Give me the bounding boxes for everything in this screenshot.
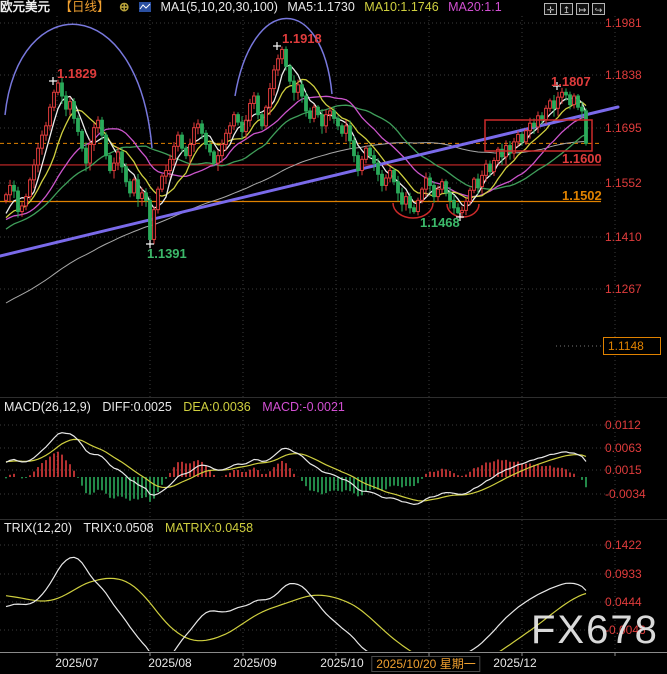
price-marker-badge: 1.1148 xyxy=(603,337,661,355)
trix-axis-label: 0.1422 xyxy=(605,538,642,552)
macd-panel-header: MACD(26,12,9) DIFF:0.0025 DEA:0.0036 MAC… xyxy=(4,400,353,415)
exit-icon[interactable]: ↪ xyxy=(592,3,605,15)
macd-dea-value: DEA:0.0036 xyxy=(183,400,250,414)
annotation-label: 1.1468 xyxy=(420,215,460,230)
macd-axis-label: 0.0063 xyxy=(605,441,642,455)
period-label[interactable]: 【日线】 xyxy=(60,0,110,14)
annotation-label: 1.1391 xyxy=(147,246,187,261)
toolbar: ✛↥↦↪ xyxy=(544,3,605,15)
macd-title: MACD(26,12,9) xyxy=(4,400,91,414)
annotation-label: 1.1918 xyxy=(282,31,322,46)
x-axis-label: 2025/08 xyxy=(148,656,191,670)
price-axis-label: 1.1267 xyxy=(605,282,642,296)
macd-macd-value: MACD:-0.0021 xyxy=(262,400,345,414)
macd-axis-label: 0.0015 xyxy=(605,463,642,477)
macd-axis-label: -0.0034 xyxy=(605,487,646,501)
price-axis-label: 1.1981 xyxy=(605,16,642,30)
ma-group-label: MA1(5,10,20,30,100) xyxy=(160,0,277,14)
watermark: FX678 xyxy=(531,608,659,653)
price-axis-label: 1.1838 xyxy=(605,68,642,82)
indicator-chart-icon xyxy=(139,1,151,11)
trix-value: TRIX:0.0508 xyxy=(83,521,153,535)
y-axis-scale-icon[interactable]: ↥ xyxy=(560,3,573,15)
symbol-title: 欧元美元 xyxy=(0,0,50,14)
trix-axis-label: 0.0933 xyxy=(605,567,642,581)
annotation-label: 1.1807 xyxy=(551,74,591,89)
chart-app: 欧元美元 【日线】 ⊕ MA1(5,10,20,30,100) MA5:1.17… xyxy=(0,0,667,674)
ma20-value: MA20:1.1 xyxy=(448,0,502,14)
macd-axis-label: 0.0112 xyxy=(605,418,641,432)
chart-canvas[interactable] xyxy=(0,0,667,674)
resistance-label: 1.1600 xyxy=(562,151,602,166)
support-label: 1.1502 xyxy=(562,188,602,203)
price-axis-label: 1.1410 xyxy=(605,230,642,244)
price-axis-label: 1.1552 xyxy=(605,176,642,190)
x-axis-label: 2025/07 xyxy=(55,656,98,670)
macd-diff-value: DIFF:0.0025 xyxy=(102,400,171,414)
trix-matrix-value: MATRIX:0.0458 xyxy=(165,521,253,535)
ma5-value: MA5:1.1730 xyxy=(287,0,354,14)
trix-axis-label: 0.0444 xyxy=(605,595,642,609)
price-axis-label: 1.1695 xyxy=(605,121,642,135)
x-axis-label: 2025/12 xyxy=(493,656,536,670)
x-axis-label: 2025/10 xyxy=(320,656,363,670)
x-axis-label: 2025/09 xyxy=(233,656,276,670)
ma10-value: MA10:1.1746 xyxy=(364,0,438,14)
trix-title: TRIX(12,20) xyxy=(4,521,72,535)
annotation-label: 1.1829 xyxy=(57,66,97,81)
x-axis-label: 2025/10/20 星期一 xyxy=(371,656,480,672)
add-indicator-icon[interactable]: ⊕ xyxy=(119,0,129,14)
x-axis-scale-icon[interactable]: ↦ xyxy=(576,3,589,15)
trix-panel-header: TRIX(12,20) TRIX:0.0508 MATRIX:0.0458 xyxy=(4,521,261,536)
pan-icon[interactable]: ✛ xyxy=(544,3,557,15)
